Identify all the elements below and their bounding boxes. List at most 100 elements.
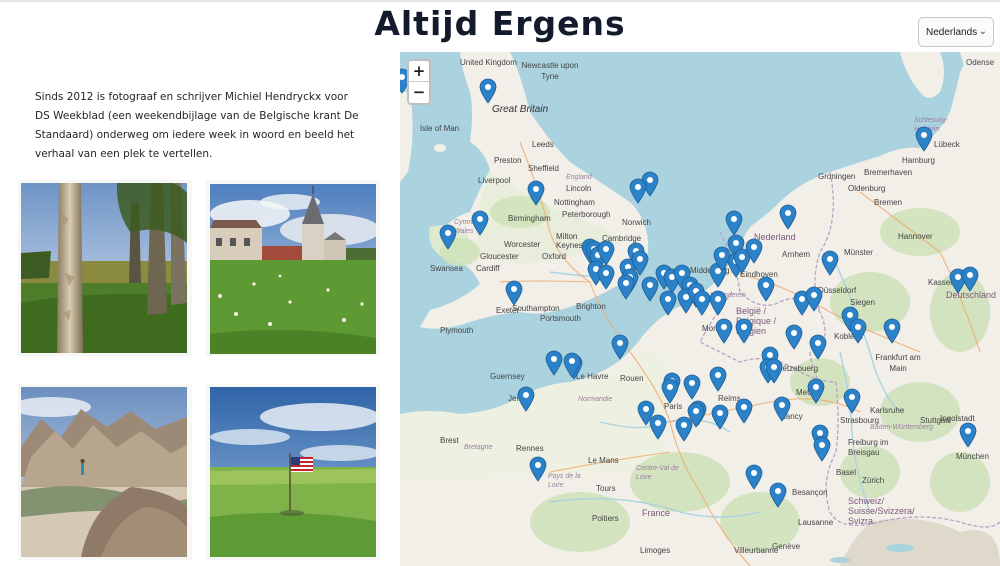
map-label: Peterborough (562, 210, 611, 219)
map-label: Odense (966, 58, 995, 67)
map-label: Newcastle upon Tyne (521, 61, 579, 81)
map-marker[interactable] (545, 350, 563, 376)
photo-card[interactable] (18, 384, 192, 560)
map-marker[interactable] (757, 276, 775, 302)
map-marker[interactable] (961, 266, 979, 292)
map-marker[interactable] (959, 422, 977, 448)
map-label: Gloucester (480, 252, 519, 261)
map-label: Münster (844, 248, 873, 257)
map-marker[interactable] (661, 378, 679, 404)
map-marker[interactable] (711, 404, 729, 430)
map-label: Groningen (818, 172, 856, 181)
map-marker[interactable] (883, 318, 901, 344)
zoom-control: + − (407, 59, 431, 105)
map-label: Lübeck (934, 140, 960, 149)
map-marker[interactable] (813, 436, 831, 462)
map-label: Tours (596, 484, 616, 493)
map-label: Limoges (640, 546, 671, 555)
map-label: Centre-Val de Loire (636, 465, 679, 481)
map-label: United Kingdom (460, 58, 517, 67)
map-label: Baden-Württemberg (870, 424, 934, 431)
map-label: Lincoln (566, 184, 592, 193)
zoom-out-button[interactable]: − (409, 82, 429, 103)
map-marker[interactable] (821, 250, 839, 276)
map-label: Guernsey (490, 372, 525, 381)
map-marker[interactable] (769, 482, 787, 508)
map-label: Hannover (898, 232, 933, 241)
map-label: Preston (494, 156, 522, 165)
map-marker[interactable] (773, 396, 791, 422)
map-label: Bremen (874, 198, 903, 207)
map-label: Plymouth (440, 326, 474, 335)
map-label: Frankfurt am Main (875, 353, 921, 373)
map-marker[interactable] (687, 402, 705, 428)
map-marker[interactable] (915, 126, 933, 152)
map-label: Karlsruhe (870, 406, 905, 415)
map-label: Birmingham (508, 214, 551, 223)
zoom-in-button[interactable]: + (409, 61, 429, 82)
photo-prairie-flag[interactable] (210, 387, 376, 557)
photo-tree-avenue[interactable] (21, 183, 187, 353)
photo-card[interactable] (206, 384, 380, 560)
map-marker[interactable] (629, 178, 647, 204)
site-title[interactable]: Altijd Ergens (0, 2, 1000, 46)
language-select-value: Nederlands (926, 26, 978, 38)
map-label: Leeds (532, 140, 554, 149)
map-marker[interactable] (649, 414, 667, 440)
chevron-down-icon: ⌄ (978, 26, 987, 37)
map-marker[interactable] (563, 352, 581, 378)
map-marker[interactable] (709, 366, 727, 392)
map-marker[interactable] (597, 264, 615, 290)
map-marker[interactable] (683, 374, 701, 400)
map-label: Düsseldorf (818, 286, 857, 295)
map-label: Brighton (576, 302, 606, 311)
map-label: Genève (772, 542, 801, 551)
photo-card[interactable] (18, 180, 192, 356)
map-label: Swansea (430, 264, 463, 273)
map-marker[interactable] (805, 286, 823, 312)
map-label: Basel (836, 468, 857, 477)
map-marker[interactable] (849, 318, 867, 344)
map-marker[interactable] (745, 238, 763, 264)
map-marker[interactable] (807, 378, 825, 404)
intro-panel: Sinds 2012 is fotograaf en schrijver Mic… (0, 52, 400, 566)
map-marker[interactable] (529, 456, 547, 482)
map-label: Bretagne (464, 444, 493, 451)
map-label: Normandie (578, 396, 613, 403)
map-label: Lëtzebuerg (778, 364, 819, 373)
map-label: Great Britain (492, 104, 549, 115)
map-label: England (566, 174, 592, 181)
map-label: Bremerhaven (864, 168, 913, 177)
map-marker[interactable] (527, 180, 545, 206)
map-label: Nottingham (554, 198, 595, 207)
map-label: Arnhem (782, 250, 811, 259)
map-marker[interactable] (709, 290, 727, 316)
map-label: Hamburg (902, 156, 935, 165)
intro-text: Sinds 2012 is fotograaf en schrijver Mic… (35, 91, 359, 160)
map-marker[interactable] (785, 324, 803, 350)
map-marker[interactable] (471, 210, 489, 236)
photo-village-church[interactable] (210, 184, 376, 354)
map-marker[interactable] (735, 398, 753, 424)
map-marker[interactable] (517, 386, 535, 412)
map-marker[interactable] (745, 464, 763, 490)
map-marker[interactable] (611, 334, 629, 360)
map-marker[interactable] (479, 78, 497, 104)
map-view[interactable]: United Kingdom Newcastle upon Tyne Great… (400, 52, 1000, 566)
photo-badlands[interactable] (21, 387, 187, 557)
map-label: Portsmouth (540, 314, 581, 323)
map-marker[interactable] (617, 274, 635, 300)
map-marker[interactable] (505, 280, 523, 306)
map-marker[interactable] (725, 210, 743, 236)
map-marker[interactable] (439, 224, 457, 250)
map-marker[interactable] (809, 334, 827, 360)
map-label: Poitiers (592, 514, 619, 523)
photo-card[interactable] (206, 180, 380, 356)
map-marker[interactable] (779, 204, 797, 230)
map-label: Worcester (504, 240, 541, 249)
map-marker[interactable] (735, 318, 753, 344)
language-select[interactable]: Nederlands ⌄ (918, 17, 994, 47)
map-marker[interactable] (765, 358, 783, 384)
map-marker[interactable] (715, 318, 733, 344)
map-marker[interactable] (843, 388, 861, 414)
